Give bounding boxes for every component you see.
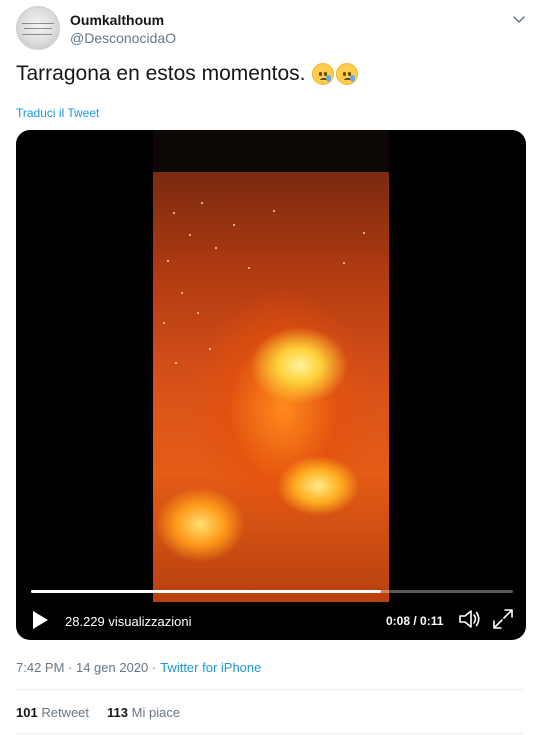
tweet-text-content: Tarragona en estos momentos. [16,62,306,85]
source-link[interactable]: Twitter for iPhone [160,660,261,675]
timestamp[interactable]: 7:42 PM · 14 gen 2020 · [16,660,156,675]
volume-muted-icon[interactable] [458,608,482,630]
fullscreen-icon[interactable] [492,608,514,630]
divider [16,689,523,690]
avatar[interactable] [16,6,60,50]
tweet-text: Tarragona en estos momentos. [16,62,358,86]
divider [16,733,523,734]
crying-face-icon [335,63,358,85]
video-progress-fill [31,590,382,593]
tweet-card: Oumkalthoum @DesconocidaO Tarragona en e… [0,0,539,735]
display-name[interactable]: Oumkalthoum [70,12,164,28]
engagement-stats: 101 Retweet 113 Mi piace [16,705,180,720]
video-frame-top [153,130,389,172]
like-count: 113 [107,705,129,720]
like-stat[interactable]: 113 Mi piace [107,705,180,720]
crying-face-icon [311,63,334,85]
video-player[interactable]: 28.229 visualizzazioni 0:08 / 0:11 [16,130,526,640]
video-frame [153,172,389,602]
like-label: Mi piace [131,705,181,720]
view-count: 28.229 visualizzazioni [65,614,192,629]
retweet-label: Retweet [41,705,90,720]
emoji-group [311,63,358,85]
video-progress-bar[interactable] [31,590,513,593]
chevron-down-icon[interactable] [512,12,526,26]
translate-tweet-link[interactable]: Traduci il Tweet [16,106,99,120]
retweet-stat[interactable]: 101 Retweet [16,705,89,720]
play-icon[interactable] [30,610,50,630]
retweet-count: 101 [16,705,38,720]
user-handle[interactable]: @DesconocidaO [70,30,176,46]
video-time: 0:08 / 0:11 [386,614,444,628]
tweet-meta: 7:42 PM · 14 gen 2020 · Twitter for iPho… [16,660,261,675]
